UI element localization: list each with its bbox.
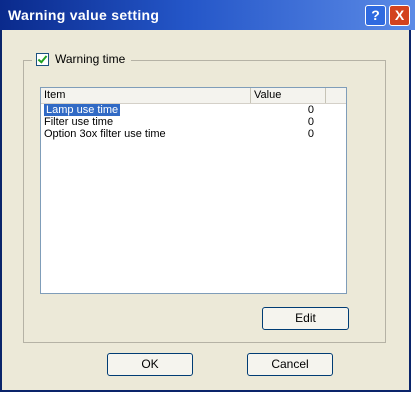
title-bar: Warning value setting ? X (0, 0, 415, 30)
close-button[interactable]: X (389, 5, 410, 26)
row-value: 0 (307, 128, 314, 140)
list-row[interactable]: Filter use time 0 (41, 116, 346, 128)
list-row[interactable]: Option 3ox filter use time 0 (41, 128, 346, 140)
help-icon: ? (371, 7, 380, 23)
row-item-label: Lamp use time (44, 104, 121, 116)
column-header-value[interactable]: Value (251, 88, 326, 103)
list-header: Item Value (41, 88, 346, 104)
help-button[interactable]: ? (365, 5, 386, 26)
close-icon: X (394, 7, 405, 23)
column-header-item[interactable]: Item (41, 88, 251, 103)
ok-button[interactable]: OK (107, 353, 193, 376)
warning-time-checkbox[interactable]: Warning time (32, 52, 132, 66)
cancel-button[interactable]: Cancel (247, 353, 333, 376)
warning-items-list[interactable]: Item Value Lamp use time 0 Filter use ti… (40, 87, 347, 294)
row-item-label: Filter use time (44, 116, 114, 128)
list-row[interactable]: Lamp use time 0 (41, 104, 346, 116)
row-value: 0 (307, 104, 314, 116)
checkbox-checked-icon[interactable] (36, 52, 49, 66)
edit-button[interactable]: Edit (262, 307, 349, 330)
row-item-label: Option 3ox filter use time (44, 128, 166, 140)
window-title: Warning value setting (8, 7, 160, 23)
warning-time-label: Warning time (55, 52, 126, 66)
row-value: 0 (307, 116, 314, 128)
